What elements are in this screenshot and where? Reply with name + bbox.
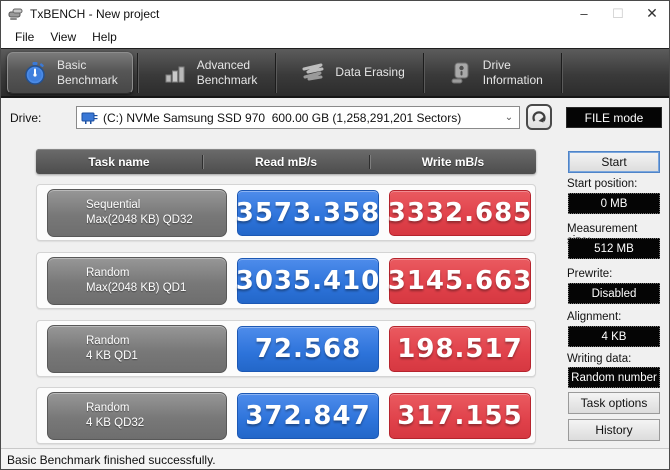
chevron-down-icon[interactable]: ⌄ [501,107,517,128]
tab-label: Basic Benchmark [57,57,118,87]
menu-help[interactable]: Help [84,28,125,46]
task-button-random-qd1-max[interactable]: Random Max(2048 KB) QD1 [47,257,227,305]
status-bar: Basic Benchmark finished successfully. [1,448,669,469]
refresh-drives-button[interactable] [526,104,552,130]
task-button-random-4kb-qd1[interactable]: Random 4 KB QD1 [47,325,227,373]
close-button[interactable]: ✕ [635,1,669,26]
toolbar-separator [136,52,138,93]
eraser-zigzag-icon [302,63,324,80]
toolbar-separator [275,52,277,93]
menu-bar: File View Help [1,26,669,48]
prewrite-value[interactable]: Disabled [568,283,660,304]
benchmark-table: Task name Read mB/s Write mB/s Sequentia… [36,149,536,445]
drive-icon [451,62,469,83]
menu-view[interactable]: View [42,28,84,46]
read-value: 72.568 [237,326,379,372]
task-button-random-4kb-qd32[interactable]: Random 4 KB QD32 [47,392,227,440]
settings-sidebar: FILE mode Start Start position: 0 MB Mea… [566,98,662,448]
writing-data-label: Writing data: [567,353,632,365]
toolbar-separator [560,52,562,93]
task-options-button[interactable]: Task options [568,392,660,414]
tab-basic-benchmark[interactable]: Basic Benchmark [7,51,133,94]
tab-label: Advanced Benchmark [196,57,258,87]
maximize-button[interactable]: ☐ [601,1,635,26]
txbench-window: TxBENCH - New project – ☐ ✕ File View He… [0,0,670,470]
tab-data-erasing[interactable]: Data Erasing [286,52,418,94]
header-task-name: Task name [88,154,150,169]
window-title: TxBENCH - New project [30,6,160,21]
main-content: Drive: (C:) NVMe Samsung SSD 970 600.00 … [1,98,669,448]
refresh-icon [532,111,546,123]
stopwatch-icon [25,61,45,85]
start-position-label: Start position: [567,178,638,190]
title-bar: TxBENCH - New project – ☐ ✕ [1,1,669,26]
toolbar: Basic Benchmark Advanced Benchmark Data … [1,48,669,98]
measurement-size-value[interactable]: 512 MB [568,238,660,259]
status-message: Basic Benchmark finished successfully. [7,452,216,467]
drive-device-icon [81,112,98,124]
header-write: Write mB/s [369,154,536,169]
write-value: 317.155 [389,393,531,439]
minimize-button[interactable]: – [567,1,601,26]
start-button[interactable]: Start [568,151,660,173]
table-row: Random 4 KB QD32 372.847 317.155 [36,387,536,444]
tab-drive-information[interactable]: Drive Information [434,52,557,94]
file-mode-indicator: FILE mode [566,107,662,128]
tab-label: Data Erasing [335,65,405,79]
read-value: 3573.358 [236,190,379,236]
drive-selected-value: (C:) NVMe Samsung SSD 970 600.00 GB (1,2… [103,110,462,125]
write-value: 3145.663 [388,258,531,304]
read-value: 3035.410 [236,258,379,304]
writing-data-value[interactable]: Random number [568,367,660,388]
table-row: Random 4 KB QD1 72.568 198.517 [36,320,536,377]
drive-label: Drive: [10,111,42,125]
task-button-sequential-qd32[interactable]: Sequential Max(2048 KB) QD32 [47,189,227,237]
alignment-value[interactable]: 4 KB [568,326,660,347]
drive-select[interactable]: (C:) NVMe Samsung SSD 970 600.00 GB (1,2… [76,106,520,129]
tab-advanced-benchmark[interactable]: Advanced Benchmark [148,52,272,94]
start-position-value[interactable]: 0 MB [568,193,660,214]
prewrite-label: Prewrite: [567,268,613,280]
write-value: 198.517 [389,326,531,372]
table-header: Task name Read mB/s Write mB/s [36,149,536,174]
app-icon [8,8,23,20]
toolbar-separator [422,52,424,93]
tab-label: Drive Information [482,57,543,87]
history-button[interactable]: History [568,419,660,441]
alignment-label: Alignment: [567,311,622,323]
table-row: Sequential Max(2048 KB) QD32 3573.358 333… [36,184,536,241]
read-value: 372.847 [237,393,379,439]
header-read: Read mB/s [202,154,369,169]
table-row: Random Max(2048 KB) QD1 3035.410 3145.663 [36,252,536,309]
write-value: 3332.685 [388,190,531,236]
bar-chart-icon [165,66,185,82]
menu-file[interactable]: File [7,28,42,46]
